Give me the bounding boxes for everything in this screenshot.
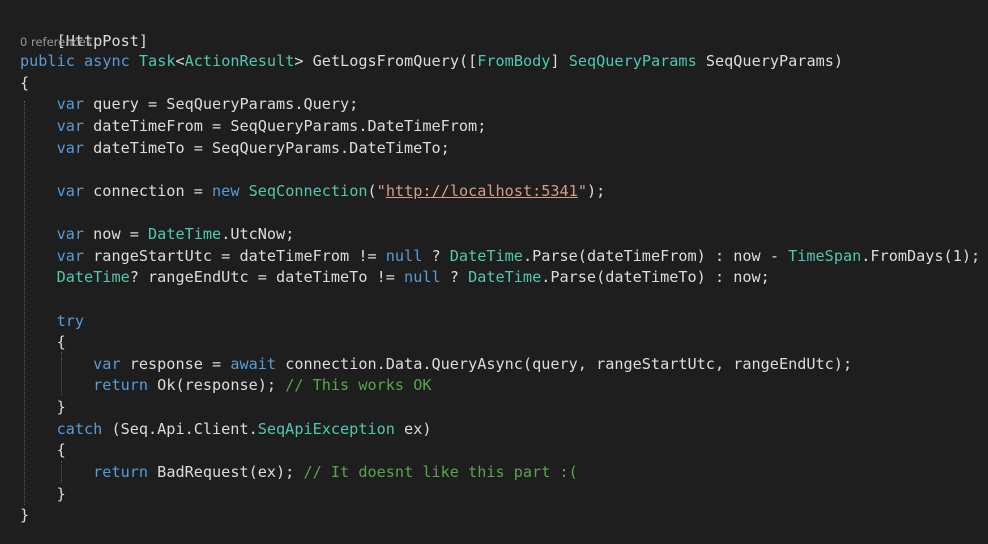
url-link[interactable]: http://localhost:5341: [386, 182, 578, 200]
stmt-text: .UtcNow;: [221, 225, 295, 243]
operator: ?: [422, 247, 450, 265]
stmt-text: connection =: [84, 182, 213, 200]
paren-close: );: [587, 182, 606, 200]
stmt-text: now =: [84, 225, 149, 243]
attr-close: ]: [550, 52, 569, 70]
code-line-try-open[interactable]: {: [20, 331, 66, 353]
kw-return: return: [93, 376, 149, 394]
codelens-references[interactable]: 0 references: [20, 34, 92, 50]
string-quote: ": [577, 182, 587, 200]
code-line-return-badrequest[interactable]: return BadRequest(ex); // It doesnt like…: [20, 461, 578, 483]
brace: }: [56, 485, 66, 503]
kw-var: var: [56, 182, 85, 200]
kw-new: new: [212, 182, 240, 200]
kw-var: var: [93, 355, 121, 373]
attr-frombody: FromBody: [477, 52, 551, 70]
code-line-open-brace[interactable]: {: [20, 72, 29, 94]
kw-catch: catch: [56, 420, 103, 438]
stmt-text: .Parse(dateTimeFrom) : now -: [522, 247, 789, 265]
param-name: SeqQueryParams): [696, 52, 844, 70]
code-line-datetimeto[interactable]: var dateTimeTo = SeqQueryParams.DateTime…: [20, 137, 450, 159]
code-line-close-brace[interactable]: }: [20, 504, 29, 526]
brace: {: [56, 333, 66, 351]
type-datetime: DateTime: [468, 268, 542, 286]
code-line-rangestart[interactable]: var rangeStartUtc = dateTimeFrom != null…: [20, 245, 981, 267]
brace: }: [20, 506, 30, 524]
brace: }: [56, 398, 66, 416]
brace: {: [56, 441, 66, 459]
type-seqapiexception: SeqApiException: [257, 420, 395, 438]
kw-var: var: [56, 95, 85, 113]
operator: ?: [440, 268, 469, 286]
type-seqconnection: SeqConnection: [248, 182, 368, 200]
stmt-text: (Seq.Api.Client.: [102, 420, 258, 438]
code-line-try-close[interactable]: }: [20, 396, 66, 418]
code-editor[interactable]: [HttpPost] 0 references public async Tas…: [0, 0, 988, 544]
type-datetime: DateTime: [449, 247, 523, 265]
stmt-text: dateTimeFrom = SeqQueryParams.DateTimeFr…: [84, 117, 487, 135]
code-line-catch[interactable]: catch (Seq.Api.Client.SeqApiException ex…: [20, 418, 432, 440]
code-line-try[interactable]: try: [20, 310, 84, 332]
type-timespan: TimeSpan: [788, 247, 862, 265]
code-line-query[interactable]: var query = SeqQueryParams.Query;: [20, 93, 359, 115]
kw-await: await: [230, 355, 277, 373]
stmt-text: .Parse(dateTimeTo) : now;: [541, 268, 770, 286]
code-line-now[interactable]: var now = DateTime.UtcNow;: [20, 223, 295, 245]
comment: // This works OK: [285, 376, 432, 394]
stmt-text: Ok(response);: [148, 376, 286, 394]
code-line-rangeend[interactable]: DateTime? rangeEndUtc = dateTimeTo != nu…: [20, 266, 770, 288]
brace: {: [20, 74, 30, 92]
kw-try: try: [56, 312, 85, 330]
kw-null: null: [404, 268, 441, 286]
code-line-catch-open[interactable]: {: [20, 439, 66, 461]
code-line-attribute[interactable]: [HttpPost]: [20, 8, 148, 50]
kw-null: null: [385, 247, 423, 265]
string-quote: ": [376, 182, 386, 200]
stmt-text: BadRequest(ex);: [148, 463, 304, 481]
kw-public: public: [20, 52, 75, 70]
kw-var: var: [56, 225, 85, 243]
kw-var: var: [56, 139, 85, 157]
code-line-connection[interactable]: var connection = new SeqConnection("http…: [20, 180, 606, 202]
stmt-text: .FromDays(1);: [861, 247, 981, 265]
stmt-text: dateTimeTo = SeqQueryParams.DateTimeTo;: [84, 139, 450, 157]
code-line-return-ok[interactable]: return Ok(response); // This works OK: [20, 374, 432, 396]
type-task: Task: [138, 52, 176, 70]
generic-open: <: [175, 52, 185, 70]
kw-var: var: [56, 117, 85, 135]
code-line-catch-close[interactable]: }: [20, 483, 66, 505]
kw-return: return: [93, 463, 149, 481]
stmt-text: connection.Data.QueryAsync(query, rangeS…: [276, 355, 853, 373]
code-line-signature[interactable]: public async Task<ActionResult> GetLogsF…: [20, 50, 843, 72]
kw-var: var: [56, 247, 85, 265]
stmt-text: ? rangeEndUtc = dateTimeTo !=: [129, 268, 405, 286]
kw-async: async: [84, 52, 130, 70]
comment: // It doesnt like this part :(: [303, 463, 578, 481]
type-actionresult: ActionResult: [184, 52, 295, 70]
code-line-datetimefrom[interactable]: var dateTimeFrom = SeqQueryParams.DateTi…: [20, 115, 487, 137]
paren-open: (: [367, 182, 377, 200]
stmt-text: rangeStartUtc = dateTimeFrom !=: [84, 247, 386, 265]
type-datetime: DateTime: [56, 268, 130, 286]
method-name: > GetLogsFromQuery([: [294, 52, 478, 70]
stmt-text: response =: [120, 355, 231, 373]
stmt-text: ex): [394, 420, 432, 438]
code-line-response[interactable]: var response = await connection.Data.Que…: [20, 353, 852, 375]
type-seqqueryparams: SeqQueryParams: [568, 52, 697, 70]
type-datetime: DateTime: [148, 225, 222, 243]
stmt-text: query = SeqQueryParams.Query;: [84, 95, 359, 113]
